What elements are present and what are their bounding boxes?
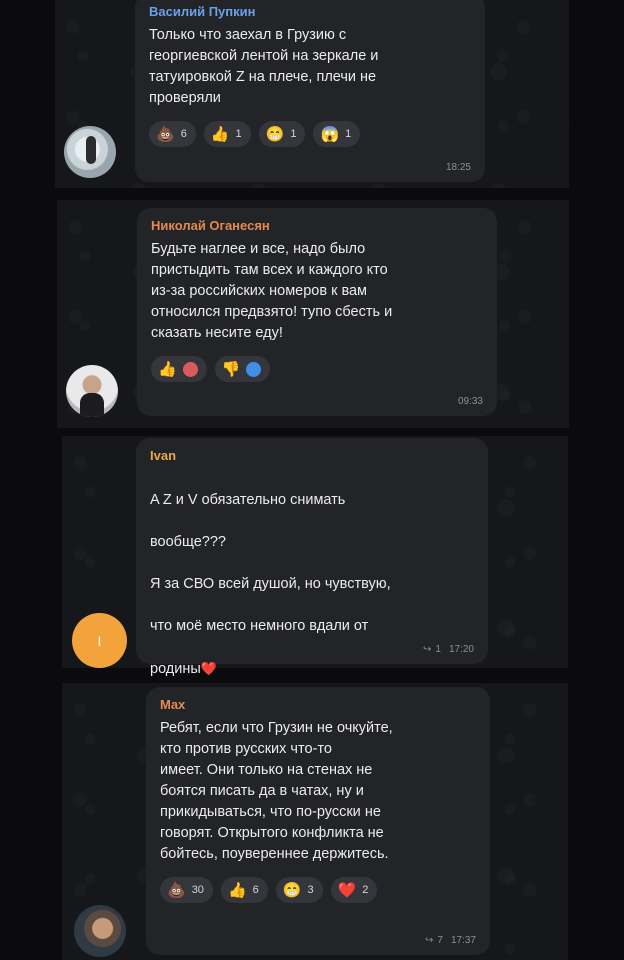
reaction-thumbs-up[interactable]: 👍 1 <box>203 121 251 147</box>
message-text: Ребят, если что Грузин не очкуйте, кто п… <box>160 720 393 862</box>
reaction-count: 1 <box>235 128 242 140</box>
avatar-letter: I <box>97 632 102 649</box>
reaction-thumbs-up[interactable]: 👍 6 <box>220 877 268 903</box>
message-meta: 18:25 <box>446 162 471 173</box>
thumbs-up-icon: 👍 <box>210 125 230 143</box>
reactions-bar: 💩 30 👍 6 😁 3 ❤️ 2 <box>160 877 476 903</box>
poop-icon: 💩 <box>156 125 175 143</box>
avatar[interactable] <box>64 126 116 178</box>
message-line: вообще??? <box>150 534 226 550</box>
reaction-poop[interactable]: 💩 30 <box>160 877 213 903</box>
reactor-avatar <box>182 361 198 377</box>
reaction-thumbs-up[interactable]: 👍 <box>151 356 207 382</box>
avatar-figure <box>80 393 104 417</box>
message-text: Будьте наглее и все, надо было пристыдит… <box>151 241 393 341</box>
reaction-count: 2 <box>362 884 369 896</box>
reactions-bar: 💩 6 👍 1 😁 1 😱 1 <box>149 121 471 147</box>
message-bubble[interactable]: Николай Оганесян Будьте наглее и все, на… <box>137 208 497 416</box>
message-author[interactable]: Ivan <box>150 448 474 463</box>
reaction-count: 3 <box>307 884 314 896</box>
message-line: A Z и V обязательно снимать <box>150 492 346 508</box>
message-text: Только что заехал в Грузию с георгиевско… <box>149 27 379 106</box>
heart-icon: ❤️ <box>337 881 357 899</box>
thumbs-down-icon: 👎 <box>221 360 241 378</box>
chat-screenshot-3: I Ivan A Z и V обязательно снимать вообщ… <box>62 436 568 739</box>
avatar[interactable]: I <box>72 613 127 668</box>
heart-icon: ❤️ <box>200 661 217 676</box>
reply-icon[interactable]: ↪ <box>425 935 433 946</box>
message-time: 18:25 <box>445 162 471 173</box>
reaction-count: 30 <box>191 884 204 896</box>
message-line: родины <box>150 661 201 677</box>
reaction-count: 6 <box>252 884 259 896</box>
reaction-count: 1 <box>290 128 297 140</box>
thumbs-up-icon: 👍 <box>158 360 177 378</box>
avatar[interactable] <box>66 365 118 417</box>
message-meta: ↪ 7 17:37 <box>425 935 476 946</box>
message-text: A Z и V обязательно снимать вообще??? Я … <box>150 469 474 701</box>
reaction-thumbs-down[interactable]: 👎 <box>214 356 271 382</box>
reactor-avatar <box>246 361 262 377</box>
thumbs-up-icon: 👍 <box>227 881 247 899</box>
message-author[interactable]: Николай Оганесян <box>151 218 483 233</box>
message-bubble[interactable]: Василий Пупкин Только что заехал в Грузи… <box>135 0 485 182</box>
chat-screenshot-2: Николай Оганесян Будьте наглее и все, на… <box>57 200 569 428</box>
message-bubble[interactable]: Ivan A Z и V обязательно снимать вообще?… <box>136 438 488 739</box>
message-line-last: родины❤️ <box>150 658 474 680</box>
reply-count[interactable]: 7 <box>437 935 443 946</box>
reaction-count: 1 <box>345 128 352 140</box>
reaction-grin[interactable]: 😁 1 <box>258 121 306 147</box>
message-author[interactable]: Max <box>160 697 476 712</box>
message-meta: ↪ 1 17:20 <box>423 644 474 655</box>
message-time: 09:33 <box>457 396 483 407</box>
message-bubble[interactable]: Max Ребят, если что Грузин не очкуйте, к… <box>146 687 490 955</box>
message-meta: 09:33 <box>458 396 483 407</box>
message-time: 17:20 <box>448 644 474 655</box>
grin-icon: 😁 <box>265 125 285 143</box>
reaction-count: 6 <box>180 128 187 140</box>
reactions-bar: 👍 👎 <box>151 356 483 382</box>
reaction-scream[interactable]: 😱 1 <box>313 121 361 147</box>
scream-icon: 😱 <box>320 125 340 143</box>
message-time: 17:37 <box>450 935 476 946</box>
chat-screenshot-1: Василий Пупкин Только что заехал в Грузи… <box>55 0 569 188</box>
reply-icon[interactable]: ↪ <box>423 644 431 655</box>
reaction-heart[interactable]: ❤️ 2 <box>330 877 378 903</box>
avatar[interactable] <box>74 905 126 957</box>
reaction-poop[interactable]: 💩 6 <box>149 121 196 147</box>
reply-count[interactable]: 1 <box>435 644 441 655</box>
message-line: Я за СВО всей душой, но чувствую, <box>150 576 391 592</box>
chat-screenshot-4: Max Ребят, если что Грузин не очкуйте, к… <box>62 683 568 960</box>
message-line: что моё место немного вдали от <box>150 618 369 634</box>
poop-icon: 💩 <box>167 881 186 899</box>
reaction-grin[interactable]: 😁 3 <box>275 877 323 903</box>
avatar-figure <box>86 136 96 164</box>
grin-icon: 😁 <box>282 881 302 899</box>
message-author[interactable]: Василий Пупкин <box>149 4 471 19</box>
